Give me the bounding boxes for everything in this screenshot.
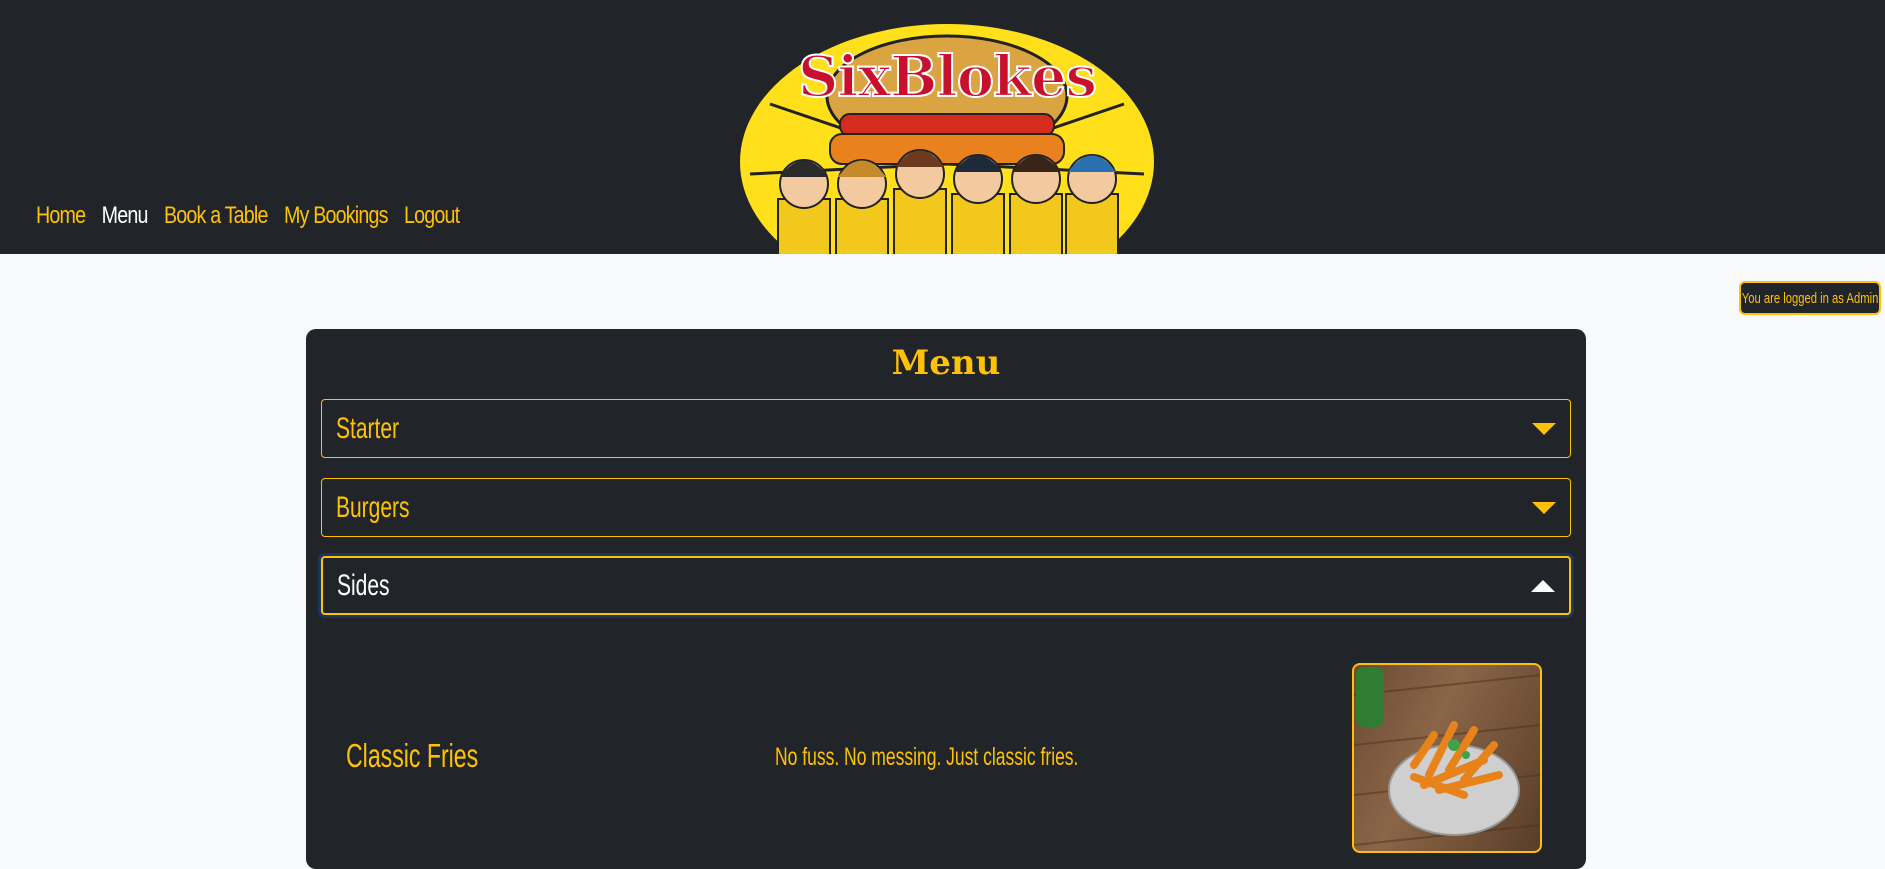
brand-logo[interactable]: SixBlokes <box>740 24 1154 254</box>
menu-item-description: No fuss. No messing. Just classic fries. <box>775 743 1079 771</box>
nav-logout-link[interactable]: Logout <box>404 202 460 230</box>
nav-home-link[interactable]: Home <box>36 202 86 230</box>
menu-card: Menu Starter Burgers Sides Classic Fries… <box>306 329 1586 869</box>
login-status-text: You are logged in as Admin <box>1741 289 1879 307</box>
accordion-starter[interactable]: Starter <box>321 399 1571 458</box>
logo-wordmark: SixBlokes <box>797 43 1098 111</box>
nav-my-bookings-link[interactable]: My Bookings <box>284 202 388 230</box>
chevron-up-icon <box>1531 579 1555 592</box>
accordion-sides-label: Sides <box>337 568 390 602</box>
menu-item-name: Classic Fries <box>346 737 479 774</box>
page-title: Menu <box>891 343 1001 383</box>
nav-menu-link[interactable]: Menu <box>102 202 149 230</box>
chevron-down-icon <box>1532 422 1556 435</box>
main-nav: Home Menu Book a Table My Bookings Logou… <box>36 202 460 230</box>
fries-bowl-image <box>1354 667 1540 846</box>
site-header: Home Menu Book a Table My Bookings Logou… <box>0 0 1885 254</box>
accordion-sides[interactable]: Sides <box>321 556 1571 615</box>
login-status-badge: You are logged in as Admin <box>1739 281 1881 315</box>
nav-book-table-link[interactable]: Book a Table <box>164 202 268 230</box>
accordion-burgers-label: Burgers <box>336 490 410 524</box>
accordion-starter-label: Starter <box>336 411 400 445</box>
accordion-burgers[interactable]: Burgers <box>321 478 1571 537</box>
chevron-down-icon <box>1532 501 1556 514</box>
menu-item-image <box>1352 663 1542 853</box>
